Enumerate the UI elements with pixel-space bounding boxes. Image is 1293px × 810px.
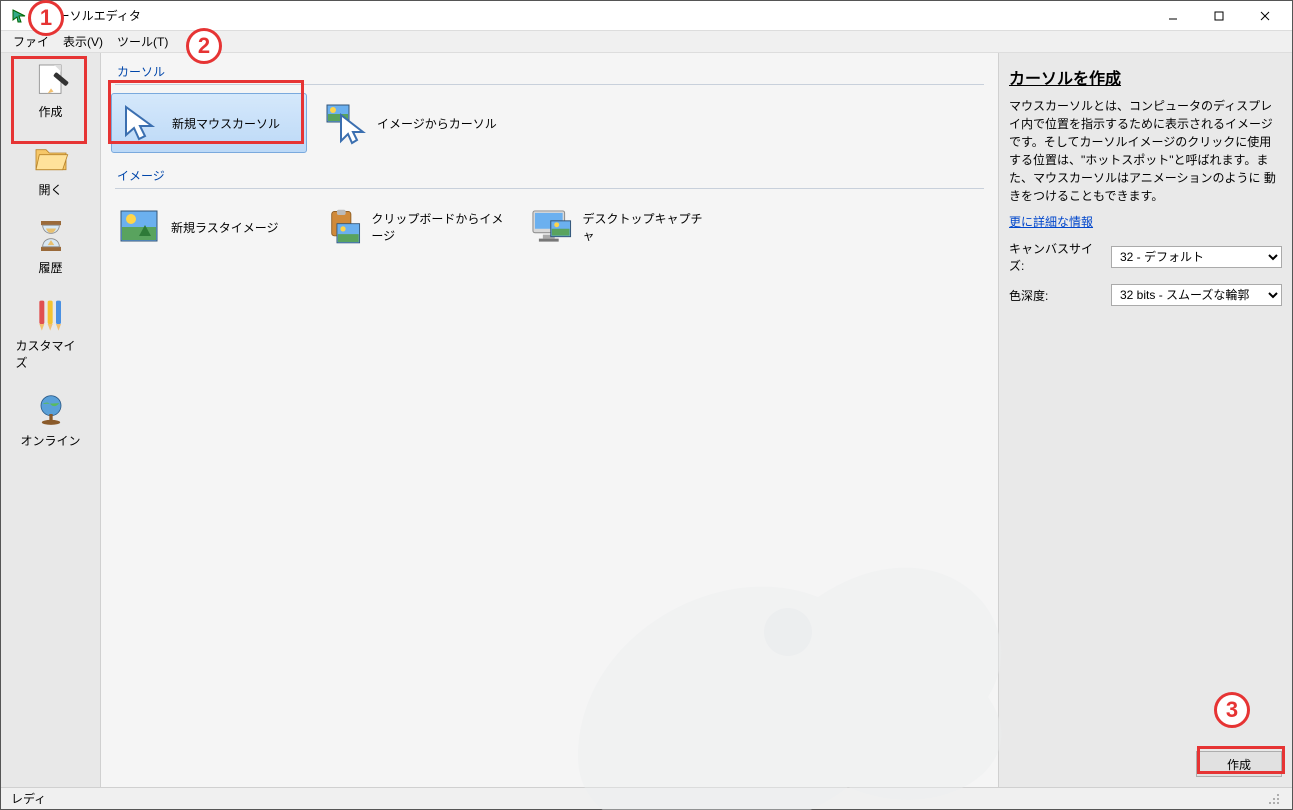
main: カーソル 新規マウスカーソル: [101, 53, 1292, 787]
globe-icon: [31, 389, 71, 429]
app-icon: [11, 8, 27, 24]
center-panel: カーソル 新規マウスカーソル: [101, 53, 998, 787]
sidebar: 作成 開く: [1, 53, 101, 787]
raster-image-icon: [117, 205, 161, 249]
body: 作成 開く: [1, 53, 1292, 787]
more-info-link[interactable]: 更に詳細な情報: [1009, 213, 1282, 230]
sidebar-item-label: 開く: [38, 181, 62, 198]
color-depth-row: 色深度: 32 bits - スムーズな輪郭: [1009, 284, 1282, 306]
sidebar-item-label: カスタマイズ: [16, 337, 86, 371]
hourglass-icon: [31, 216, 71, 256]
option-new-raster-image[interactable]: 新規ラスタイメージ: [111, 197, 307, 257]
group-label-image: イメージ: [111, 163, 988, 188]
canvas-size-select[interactable]: 32 - デフォルト: [1111, 246, 1282, 268]
divider: [115, 188, 984, 189]
cursor-from-image-icon: [323, 101, 367, 145]
sidebar-item-history[interactable]: 履歴: [16, 213, 86, 279]
color-depth-select[interactable]: 32 bits - スムーズな輪郭: [1111, 284, 1282, 306]
clipboard-image-icon: [323, 205, 361, 249]
sidebar-item-customize[interactable]: カスタマイズ: [16, 291, 86, 374]
right-heading: カーソルを作成: [1009, 65, 1282, 89]
sidebar-item-label: オンライン: [20, 432, 80, 449]
pencils-icon: [31, 294, 71, 334]
cursor-options-row: 新規マウスカーソル イメージからカーソル: [111, 93, 988, 153]
menu-file[interactable]: ファイ: [7, 31, 55, 52]
color-depth-label: 色深度:: [1009, 287, 1105, 304]
document-pencil-icon: [31, 60, 71, 100]
statusbar: レディ: [1, 787, 1292, 809]
watermark-icon: [518, 457, 1038, 810]
right-description: マウスカーソルとは、コンピュータのディスプレイ内で位置を指示するために表示される…: [1009, 97, 1282, 205]
desktop-capture-icon: [529, 205, 573, 249]
option-label: 新規マウスカーソル: [172, 115, 280, 132]
create-button[interactable]: 作成: [1196, 751, 1282, 777]
image-options-row: 新規ラスタイメージ クリップボードからイメージ: [111, 197, 988, 257]
divider: [115, 84, 984, 85]
menu-view[interactable]: 表示(V): [57, 31, 109, 52]
minimize-button[interactable]: [1150, 2, 1196, 30]
option-new-mouse-cursor[interactable]: 新規マウスカーソル: [111, 93, 307, 153]
application-window: ld カーソルエディタ ファイ 表示(V) ツール(T) 作成: [0, 0, 1293, 810]
group-label-cursor: カーソル: [111, 59, 988, 84]
titlebar: ld カーソルエディタ: [1, 1, 1292, 31]
option-label: クリップボードからイメージ: [371, 210, 507, 244]
right-panel: カーソルを作成 マウスカーソルとは、コンピュータのディスプレイ内で位置を指示する…: [998, 53, 1292, 787]
status-text: レディ: [11, 790, 46, 807]
sidebar-item-create[interactable]: 作成: [16, 57, 86, 123]
close-button[interactable]: [1242, 2, 1288, 30]
window-title: ld カーソルエディタ: [33, 7, 1150, 24]
cursor-arrow-icon: [118, 101, 162, 145]
option-label: 新規ラスタイメージ: [171, 219, 279, 236]
menubar: ファイ 表示(V) ツール(T): [1, 31, 1292, 53]
sidebar-item-label: 履歴: [38, 259, 62, 276]
menu-tools[interactable]: ツール(T): [111, 31, 174, 52]
sidebar-item-label: 作成: [38, 103, 62, 120]
canvas-size-label: キャンバスサイズ:: [1009, 240, 1105, 274]
option-cursor-from-image[interactable]: イメージからカーソル: [317, 93, 513, 153]
option-desktop-capture[interactable]: デスクトップキャプチャ: [523, 197, 719, 257]
maximize-button[interactable]: [1196, 2, 1242, 30]
sidebar-item-open[interactable]: 開く: [16, 135, 86, 201]
canvas-size-row: キャンバスサイズ: 32 - デフォルト: [1009, 240, 1282, 274]
folder-open-icon: [31, 138, 71, 178]
option-label: イメージからカーソル: [377, 115, 497, 132]
sidebar-item-online[interactable]: オンライン: [16, 386, 86, 452]
option-label: デスクトップキャプチャ: [583, 210, 713, 244]
option-image-from-clipboard[interactable]: クリップボードからイメージ: [317, 197, 513, 257]
resize-grip-icon[interactable]: [1266, 791, 1282, 807]
